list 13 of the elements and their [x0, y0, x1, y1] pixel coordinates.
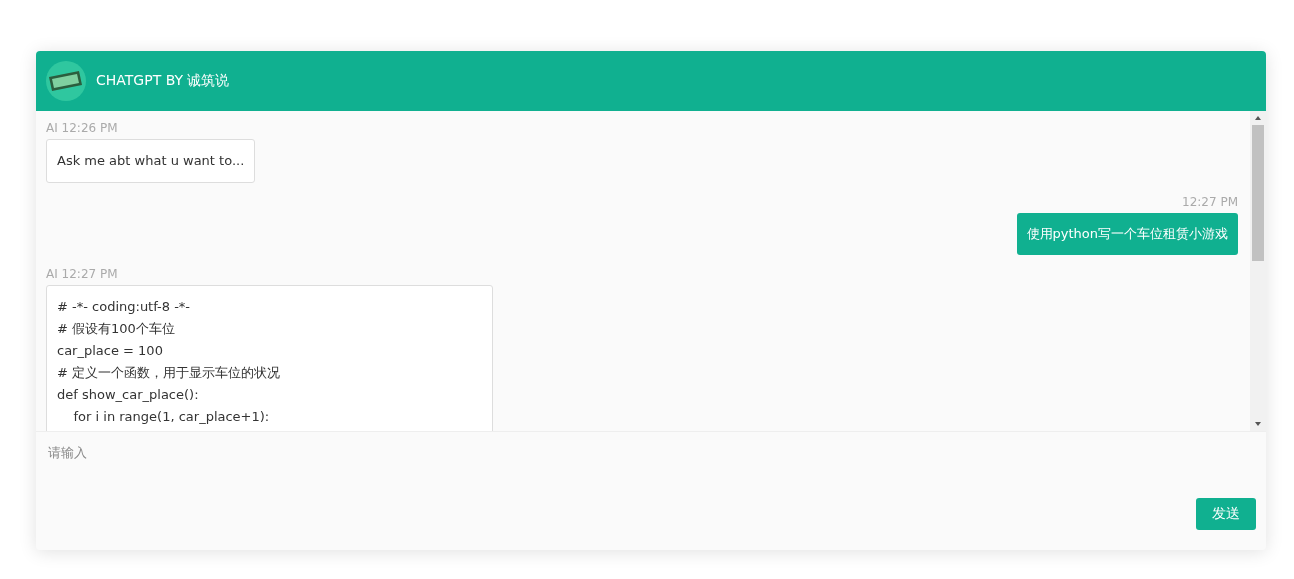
scroll-down-icon[interactable] [1254, 421, 1262, 427]
ai-message: # -*- coding:utf-8 -*- # 假设有100个车位 car_place = 100 # 定义一个函数，用于显示车位的状况 def show_car_place(): for i in range(1, car_place+1): [46, 285, 493, 431]
user-message: 使用python写一个车位租赁小游戏 [1016, 213, 1238, 255]
scroll-up-icon[interactable] [1254, 115, 1262, 121]
scrollbar[interactable] [1250, 111, 1266, 431]
window-title: CHATGPT BY 诚筑说 [96, 72, 230, 90]
message-input[interactable]: 请输入 [46, 442, 1256, 498]
logo-icon [46, 61, 86, 101]
send-button[interactable]: 发送 [1196, 498, 1256, 530]
message-meta: AI 12:27 PM [46, 267, 118, 281]
ai-message: Ask me abt what u want to... [46, 139, 256, 183]
message-meta: 12:27 PM [1182, 195, 1238, 209]
message-meta: AI 12:26 PM [46, 121, 118, 135]
